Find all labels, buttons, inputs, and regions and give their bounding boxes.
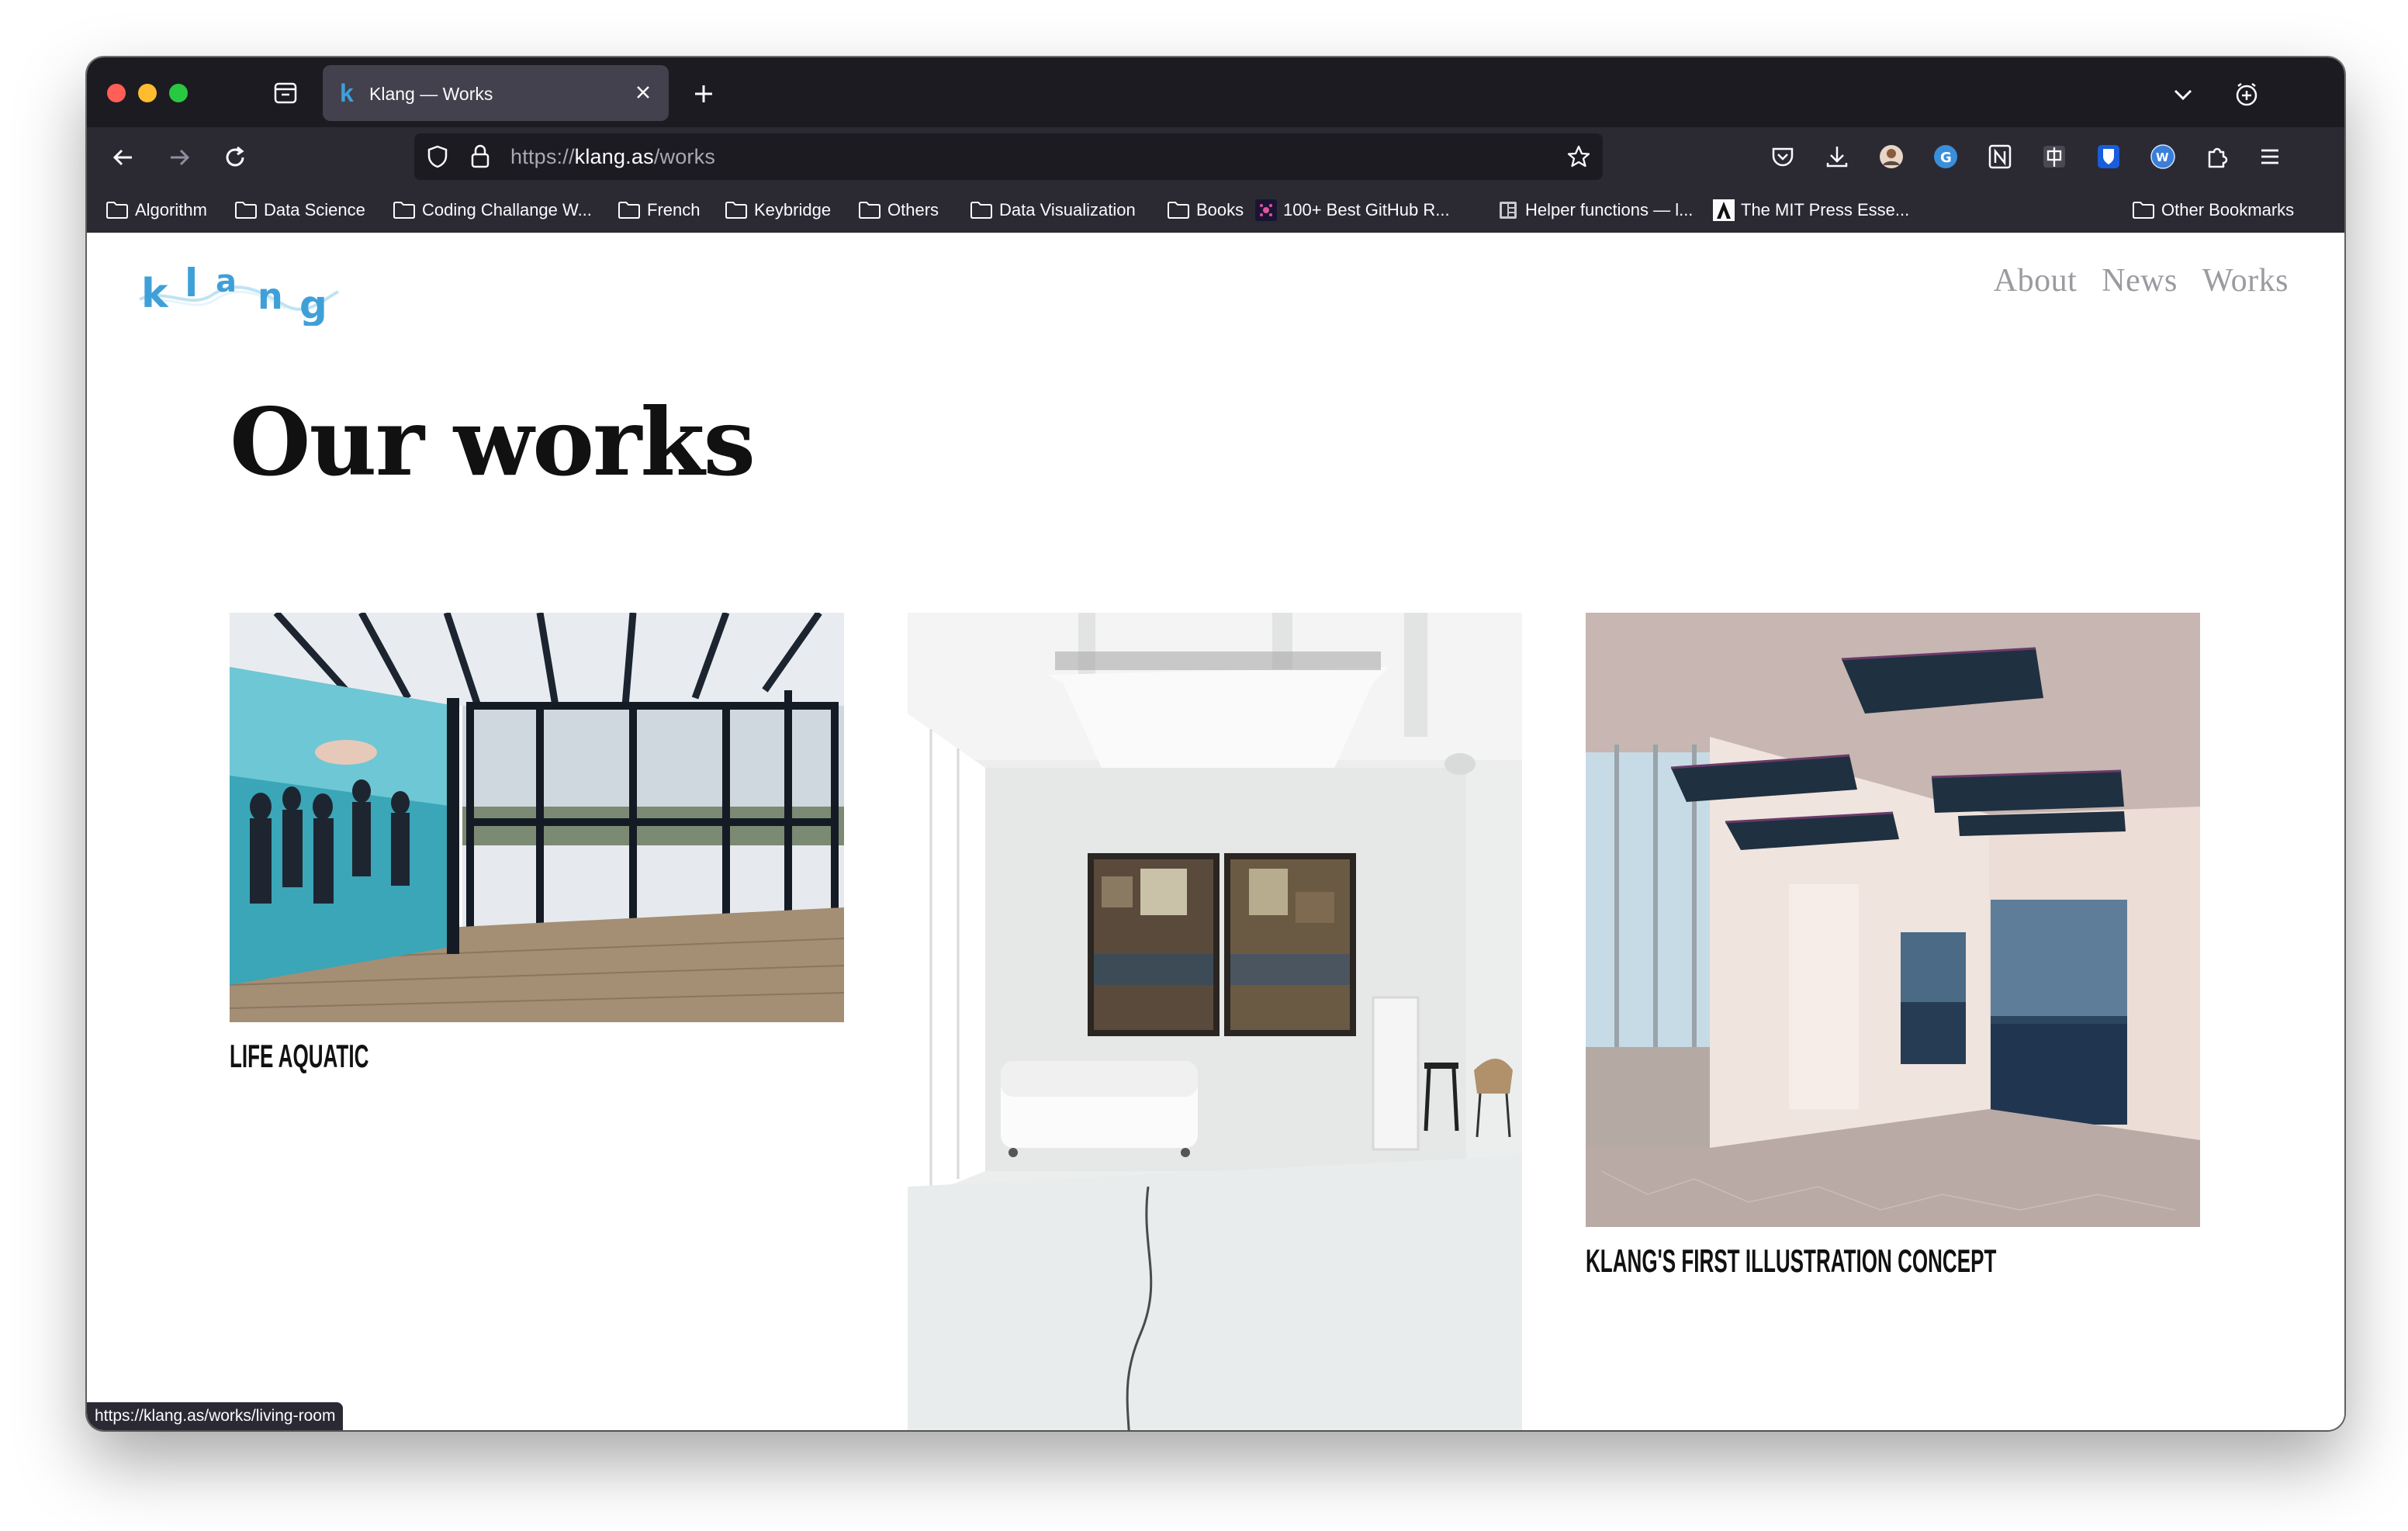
svg-text:l: l [185, 261, 198, 306]
tab-strip: k Klang — Works [87, 57, 2344, 127]
url-bar[interactable]: https://klang.as/works [414, 133, 1603, 180]
hamburger-menu-icon[interactable] [2254, 141, 2285, 172]
pocket-icon[interactable] [1767, 141, 1798, 172]
bookmark-label: Keybridge [754, 200, 832, 219]
svg-text:n: n [258, 275, 283, 317]
nav-toolbar: https://klang.as/works G W [87, 127, 2344, 188]
maximize-window-button[interactable] [169, 84, 188, 102]
bookmark-folder[interactable]: French [618, 199, 700, 222]
work-title[interactable]: LIFE AQUATIC [230, 1038, 368, 1075]
folder-icon [393, 202, 415, 219]
folder-icon [970, 202, 992, 219]
bookmark-folder[interactable]: Keybridge [725, 199, 831, 222]
minimize-window-button[interactable] [138, 84, 157, 102]
bookmark-folder[interactable]: Algorithm [106, 199, 207, 222]
tab-title: Klang — Works [369, 84, 493, 104]
work-card[interactable] [908, 613, 1522, 1430]
tracking-shield-icon[interactable] [425, 144, 450, 169]
bookmark-label: Algorithm [135, 200, 207, 219]
notion-icon[interactable] [1984, 141, 2015, 172]
folder-icon [725, 202, 747, 219]
svg-text:G: G [1940, 150, 1952, 166]
browser-window: k Klang — Works https://klang.as/works G… [87, 57, 2344, 1430]
work-image-illustration-concept[interactable] [1586, 613, 2200, 1227]
nav-link-news[interactable]: News [2102, 262, 2178, 299]
work-image-life-aquatic[interactable] [230, 613, 844, 1022]
link-status-bar: https://klang.as/works/living-room [87, 1402, 344, 1430]
folder-icon [859, 202, 881, 219]
page-title: Our works [230, 388, 756, 497]
bookmark-label: Data Science [264, 200, 365, 219]
bookmark-label: Other Bookmarks [2161, 200, 2295, 219]
close-tab-icon[interactable] [631, 81, 655, 104]
klang-logo[interactable]: k l a n g [135, 256, 344, 327]
helper-functions-favicon-icon [1500, 202, 1517, 219]
folder-icon [235, 202, 257, 219]
klang-favicon-icon: k [340, 79, 354, 107]
nav-link-about[interactable]: About [1994, 262, 2078, 299]
bookmark-star-icon[interactable] [1566, 143, 1592, 170]
svg-text:a: a [216, 264, 237, 299]
chinese-dictionary-icon[interactable] [2039, 141, 2070, 172]
profile-avatar-icon[interactable] [1876, 141, 1907, 172]
svg-text:g: g [299, 282, 327, 326]
forward-arrow-icon[interactable] [163, 141, 195, 174]
bookmark-label: Coding Challange W... [422, 200, 592, 219]
bookmark-label: 100+ Best GitHub R... [1283, 200, 1450, 219]
bookmark-link[interactable]: 100+ Best GitHub R... [1255, 199, 1450, 222]
back-arrow-icon[interactable] [107, 141, 140, 174]
chevron-down-icon[interactable] [2169, 81, 2197, 109]
bookmarks-toolbar: Algorithm Data Science Coding Challange … [87, 188, 2344, 233]
mit-press-favicon-icon [1713, 199, 1735, 221]
bookmark-folder[interactable]: Books [1167, 199, 1244, 222]
work-title[interactable]: KLANG'S FIRST ILLUSTRATION CONCEPT [1586, 1242, 1996, 1280]
bookmark-link[interactable]: The MIT Press Esse... [1713, 199, 1909, 222]
work-image-white-loft[interactable] [908, 613, 1522, 1430]
firefox-view-icon[interactable] [270, 78, 301, 109]
new-tab-plus-icon[interactable] [689, 79, 718, 109]
lock-icon[interactable] [469, 143, 492, 170]
folder-icon [1168, 202, 1189, 219]
bookmark-label: Others [887, 200, 939, 219]
web-extension-globe-icon[interactable]: W [2147, 141, 2178, 172]
web-page: k l a n g About News Works Our works LIF… [87, 233, 2344, 1430]
reload-icon[interactable] [219, 141, 251, 174]
bookmark-label: Books [1196, 200, 1244, 219]
bookmark-folder[interactable]: Data Science [234, 199, 365, 222]
tab-active[interactable]: k Klang — Works [323, 65, 669, 121]
site-nav: About News Works [1994, 262, 2289, 299]
svg-text:W: W [2156, 150, 2169, 164]
bookmark-label: Data Visualization [999, 200, 1136, 219]
bookmark-folder[interactable]: Coding Challange W... [393, 199, 592, 222]
extensions-puzzle-icon[interactable] [2202, 141, 2233, 172]
download-icon[interactable] [1822, 141, 1853, 172]
folder-icon [2133, 202, 2154, 219]
bookmark-label: French [647, 200, 701, 219]
bookmark-label: Helper functions — l... [1525, 200, 1694, 219]
url-text[interactable]: https://klang.as/works [510, 145, 715, 169]
language-translate-icon[interactable]: G [1930, 141, 1961, 172]
folder-icon [618, 202, 640, 219]
bookmark-label: The MIT Press Esse... [1741, 200, 1910, 219]
svg-text:k: k [141, 271, 169, 317]
bookmark-link[interactable]: Helper functions — l... [1497, 199, 1693, 222]
other-bookmarks-folder[interactable]: Other Bookmarks [2132, 199, 2294, 222]
timer-plus-icon[interactable] [2231, 79, 2262, 110]
github-repos-favicon-icon [1255, 199, 1277, 221]
nav-link-works[interactable]: Works [2202, 262, 2289, 299]
work-card[interactable]: LIFE AQUATIC [230, 613, 844, 1094]
bookmark-folder[interactable]: Data Visualization [970, 199, 1136, 222]
bookmark-folder[interactable]: Others [858, 199, 939, 222]
work-card[interactable]: KLANG'S FIRST ILLUSTRATION CONCEPT [1586, 613, 2200, 1295]
bitwarden-shield-icon[interactable] [2093, 141, 2124, 172]
folder-icon [106, 202, 128, 219]
close-window-button[interactable] [107, 84, 126, 102]
